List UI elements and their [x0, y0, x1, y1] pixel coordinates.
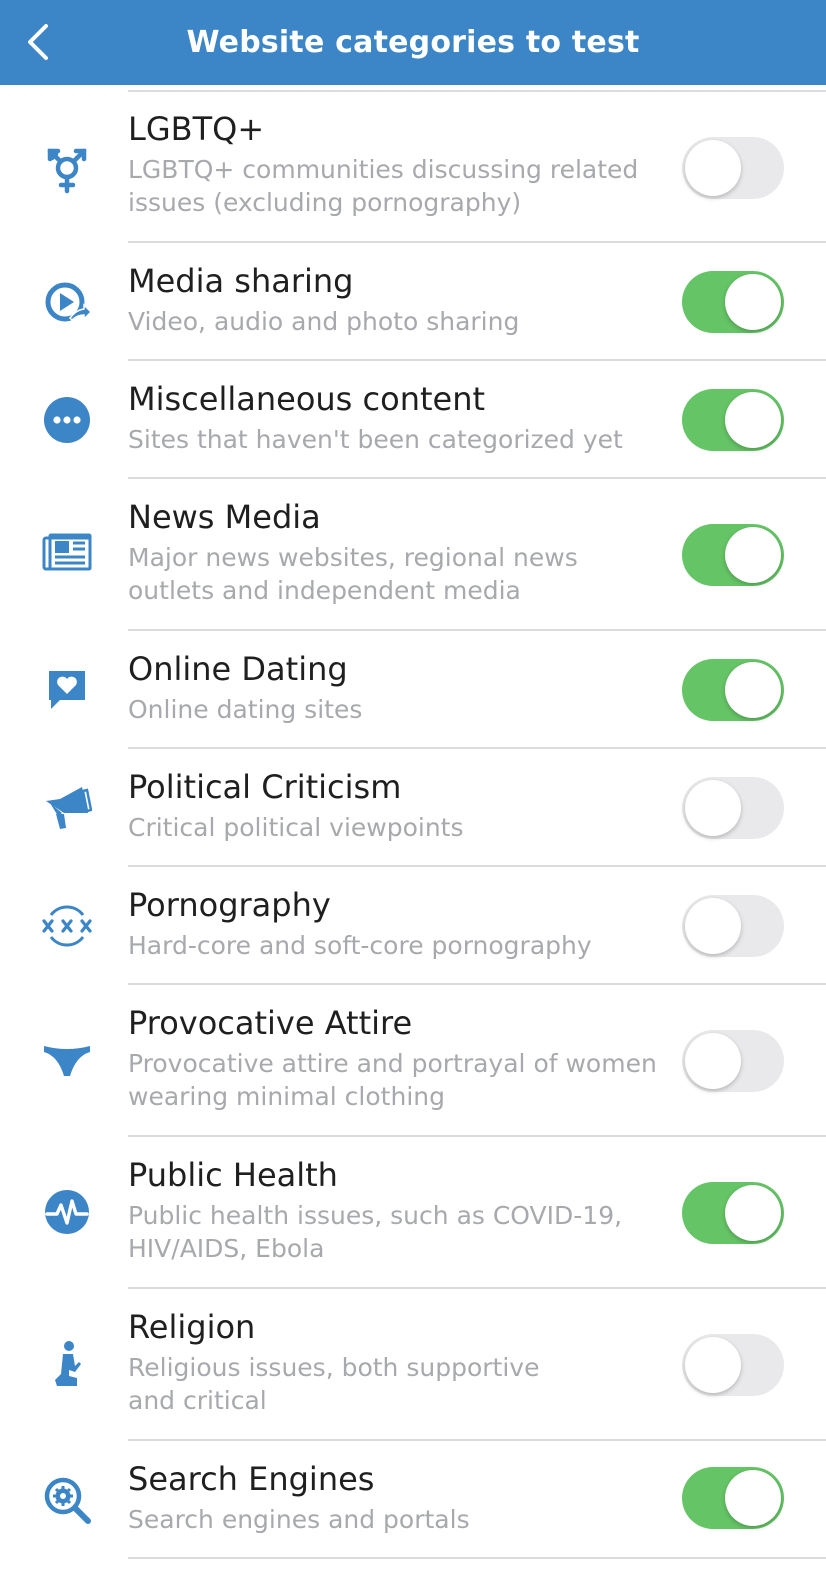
toggle-knob — [685, 898, 741, 954]
category-title: Provocative Attire — [128, 1004, 413, 1042]
category-description: Major news websites, regional news outle… — [128, 543, 578, 605]
category-title: News Media — [128, 498, 321, 536]
category-description: Critical political viewpoints — [128, 813, 464, 842]
page-title: Website categories to test — [186, 25, 640, 60]
category-description: LGBTQ+ communities discussing related is… — [128, 155, 639, 217]
heartbeat-icon — [40, 1185, 94, 1239]
category-row-provocative-attire: Provocative Attire Provocative attire an… — [0, 985, 826, 1137]
toggle-knob — [725, 662, 781, 718]
toggle-knob — [725, 274, 781, 330]
category-toggle[interactable] — [682, 137, 784, 199]
category-title: Media sharing — [128, 262, 354, 300]
toggle-knob — [685, 1337, 741, 1393]
category-description: Search engines and portals — [128, 1505, 470, 1534]
category-description: Public health issues, such as COVID-19, … — [128, 1201, 623, 1263]
category-title: Miscellaneous content — [128, 380, 486, 418]
category-row-political-criticism: Political Criticism Critical political v… — [0, 749, 826, 867]
category-row-lgbtq: LGBTQ+ LGBTQ+ communities discussing rel… — [0, 91, 826, 243]
newspaper-icon — [40, 526, 94, 580]
category-toggle[interactable] — [682, 1182, 784, 1244]
divider — [128, 1557, 826, 1559]
category-title: Political Criticism — [128, 768, 402, 806]
category-toggle[interactable] — [682, 389, 784, 451]
category-row-miscellaneous: Miscellaneous content Sites that haven't… — [0, 361, 826, 479]
category-title: LGBTQ+ — [128, 110, 265, 148]
category-description: Online dating sites — [128, 695, 363, 724]
category-title: Pornography — [128, 886, 331, 924]
category-row-news-media: News Media Major news websites, regional… — [0, 479, 826, 631]
category-toggle[interactable] — [682, 271, 784, 333]
category-row-religion: Religion Religious issues, both supporti… — [0, 1289, 826, 1441]
category-description: Video, audio and photo sharing — [128, 307, 520, 336]
ellipsis-circle-icon — [40, 393, 94, 447]
category-toggle[interactable] — [682, 895, 784, 957]
heart-chat-icon — [40, 663, 94, 717]
toggle-knob — [725, 1470, 781, 1526]
xxx-icon — [40, 899, 94, 953]
category-toggle[interactable] — [682, 1467, 784, 1529]
toggle-knob — [685, 140, 741, 196]
category-title: Religion — [128, 1308, 256, 1346]
toggle-knob — [725, 1185, 781, 1241]
media-share-icon — [40, 276, 94, 330]
category-toggle[interactable] — [682, 1334, 784, 1396]
category-description: Religious issues, both supportive and cr… — [128, 1353, 540, 1415]
category-row-search-engines: Search Engines Search engines and portal… — [0, 1441, 826, 1559]
category-title: Search Engines — [128, 1460, 375, 1498]
search-gear-icon — [40, 1473, 94, 1527]
toggle-knob — [725, 527, 781, 583]
praying-person-icon — [40, 1337, 94, 1391]
category-toggle[interactable] — [682, 524, 784, 586]
category-toggle[interactable] — [682, 777, 784, 839]
toggle-knob — [725, 392, 781, 448]
category-title: Public Health — [128, 1156, 338, 1194]
category-row-online-dating: Online Dating Online dating sites — [0, 631, 826, 749]
underwear-icon — [40, 1033, 94, 1087]
transgender-symbol-icon — [40, 143, 94, 197]
category-description: Sites that haven't been categorized yet — [128, 425, 623, 454]
category-row-pornography: Pornography Hard-core and soft-core porn… — [0, 867, 826, 985]
megaphone-icon — [40, 781, 94, 835]
category-description: Hard-core and soft-core pornography — [128, 931, 592, 960]
category-toggle[interactable] — [682, 1030, 784, 1092]
header-bar: Website categories to test — [0, 0, 826, 85]
category-row-media-sharing: Media sharing Video, audio and photo sha… — [0, 243, 826, 361]
category-row-public-health: Public Health Public health issues, such… — [0, 1137, 826, 1289]
category-toggle[interactable] — [682, 659, 784, 721]
category-description: Provocative attire and portrayal of wome… — [128, 1049, 657, 1111]
toggle-knob — [685, 1033, 741, 1089]
category-title: Online Dating — [128, 650, 348, 688]
toggle-knob — [685, 780, 741, 836]
